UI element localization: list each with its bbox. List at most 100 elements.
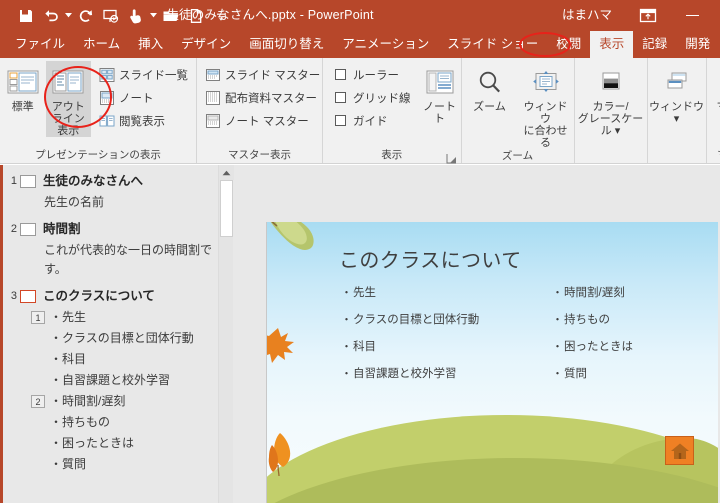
tab-review[interactable]: 校閲 (547, 31, 590, 58)
slide-canvas[interactable]: このクラスについて ・ 先生 ・ クラスの目標と団体行動 ・ 科目 ・ 自習課題… (266, 222, 718, 503)
tab-insert[interactable]: 挿入 (129, 31, 172, 58)
minimize-button[interactable] (672, 0, 712, 31)
gridlines-checkbox[interactable]: グリッド線 (333, 86, 415, 109)
outline-scrollbar-thumb[interactable] (220, 180, 233, 237)
home-button[interactable] (665, 436, 694, 465)
outline-slide-icon-selected[interactable] (20, 290, 36, 303)
outline-text-row[interactable]: これが代表的な一日の時間割です。 (3, 240, 234, 280)
macro-button[interactable]: マクロ (707, 61, 720, 113)
title-bar: 生徒のみなさんへ.pptx - PowerPoint はまハマ (0, 0, 720, 31)
slide-master-button[interactable]: スライド マスター (202, 63, 324, 86)
bullet-dot-icon: ・ (341, 287, 352, 299)
slide-bullets-right[interactable]: ・ 時間割/遅刻 ・ 持ちもの ・ 困ったときは ・ 質問 (552, 284, 633, 392)
touch-mode-dropdown-icon[interactable] (149, 4, 158, 28)
quick-access-toolbar (0, 0, 233, 31)
account-name[interactable]: はまハマ (562, 0, 612, 31)
reading-view-icon (98, 112, 115, 129)
outline-bullet-row[interactable]: 1 ・先生 (3, 307, 234, 328)
notes-button[interactable]: ノート ト (419, 61, 461, 125)
tab-animations[interactable]: アニメーション (333, 31, 438, 58)
scroll-up-arrow-icon[interactable] (219, 165, 234, 180)
color-grayscale-button[interactable]: カラー/ グレースケール ▾ (575, 61, 647, 137)
guides-checkbox-box[interactable] (335, 115, 346, 126)
bullet-dot-icon: ・ (552, 287, 563, 299)
handout-master-button[interactable]: 配布資料マスター (202, 86, 324, 109)
handout-master-icon (204, 89, 221, 106)
outline-bullet-row[interactable]: ・科目 (3, 349, 234, 370)
reading-view-button[interactable]: 閲覧表示 (96, 109, 192, 132)
notes-label-line1: ノート (423, 101, 456, 113)
undo-icon[interactable] (39, 4, 63, 28)
outline-slide-row-selected[interactable]: 3 このクラスについて (3, 286, 234, 307)
fit-to-window-button[interactable]: ウィンドウ に合わせる (518, 61, 574, 149)
tab-slideshow[interactable]: スライド ショー (438, 31, 547, 58)
group-label-zoom: ズーム (501, 150, 534, 162)
ribbon-group-window: ウィンドウ ▾ (646, 58, 706, 163)
touch-mouse-mode-icon[interactable] (124, 4, 148, 28)
outline-pane[interactable]: 1 生徒のみなさんへ 先生の名前 2 時間割 これが代表的な一日の時間割です。 … (0, 165, 234, 503)
tab-home[interactable]: ホーム (74, 31, 129, 58)
outline-view-label-line1: アウトライン (51, 101, 85, 125)
open-icon[interactable] (159, 4, 183, 28)
undo-dropdown-icon[interactable] (64, 4, 73, 28)
ribbon-group-show: ルーラー グリッド線 ガイド ノート ト 表示 (322, 58, 461, 164)
outline-text-row[interactable]: 先生の名前 (3, 192, 234, 213)
outline-bullet-row[interactable]: 2 ・時間割/遅刻 (3, 391, 234, 412)
new-icon[interactable] (184, 4, 208, 28)
redo-icon[interactable] (74, 4, 98, 28)
guides-label: ガイド (353, 115, 388, 128)
tab-design[interactable]: デザイン (172, 31, 240, 58)
house-icon (670, 443, 689, 459)
zoom-button[interactable]: ズーム (462, 61, 518, 113)
outline-bullet-row[interactable]: ・困ったときは (3, 433, 234, 454)
window-caret-icon[interactable]: ▾ (674, 113, 680, 125)
guides-checkbox[interactable]: ガイド (333, 109, 415, 132)
tab-view[interactable]: 表示 (590, 31, 634, 58)
slide-bullets-left[interactable]: ・ 先生 ・ クラスの目標と団体行動 ・ 科目 ・ 自習課題と校外学習 (341, 284, 479, 392)
outline-view-button[interactable]: アウトライン 表示 (45, 61, 91, 137)
group-label-show: 表示 (381, 149, 403, 161)
ruler-label: ルーラー (353, 69, 399, 82)
notes-icon (425, 65, 455, 99)
tab-recording[interactable]: 記録 (633, 31, 676, 58)
outline-bullet-row[interactable]: ・クラスの目標と団体行動 (3, 328, 234, 349)
notes-page-button[interactable]: ノート (96, 86, 192, 109)
outline-list: 1 生徒のみなさんへ 先生の名前 2 時間割 これが代表的な一日の時間割です。 … (3, 165, 234, 475)
tab-developer[interactable]: 開発 (676, 31, 719, 58)
outline-scrollbar[interactable] (218, 165, 234, 503)
ruler-checkbox[interactable]: ルーラー (333, 63, 415, 86)
ribbon-display-options-icon[interactable] (638, 7, 658, 24)
show-dialog-launcher-icon[interactable] (446, 151, 457, 164)
slide-title-text[interactable]: このクラスについて (339, 244, 522, 273)
outline-slide-row[interactable]: 1 生徒のみなさんへ (3, 171, 234, 192)
normal-view-button[interactable]: 標準 (0, 61, 46, 113)
outline-bullet-row[interactable]: ・質問 (3, 454, 234, 475)
pane-divider[interactable] (234, 165, 243, 503)
slide-sorter-button[interactable]: スライド一覧 (96, 63, 192, 86)
outline-bullet-row[interactable]: ・持ちもの (3, 412, 234, 433)
outline-animation-badge[interactable]: 2 (31, 395, 45, 408)
macro-label: マクロ (716, 99, 720, 113)
outline-slide-icon[interactable] (20, 175, 36, 188)
outline-animation-badge[interactable]: 1 (31, 311, 45, 324)
window-button[interactable]: ウィンドウ ▾ (648, 61, 706, 125)
bullet-dot-icon: ・ (341, 368, 352, 380)
ribbon-group-presentation-views: 標準 アウトライン 表示 スライド一覧 ノート 閲覧表示 プレゼンテーションの表… (0, 58, 196, 163)
outline-slide-icon[interactable] (20, 223, 36, 236)
outline-slide-row[interactable]: 2 時間割 (3, 219, 234, 240)
gridlines-checkbox-box[interactable] (335, 92, 346, 103)
ruler-checkbox-box[interactable] (335, 69, 346, 80)
save-icon[interactable] (14, 4, 38, 28)
gridlines-label: グリッド線 (353, 92, 411, 105)
bullet-dot-icon: ・ (552, 341, 563, 353)
slide-bullet-text: 自習課題と校外学習 (353, 368, 457, 380)
outline-bullet-row[interactable]: ・自習課題と校外学習 (3, 370, 234, 391)
start-slideshow-icon[interactable] (99, 4, 123, 28)
slide-bullet-item: ・ 科目 (341, 338, 479, 354)
customize-qat-icon[interactable] (209, 4, 233, 28)
color-grayscale-caret-icon[interactable]: ▾ (612, 125, 621, 137)
tab-transitions[interactable]: 画面切り替え (240, 31, 333, 58)
bullet-dot-icon: ・ (341, 341, 352, 353)
tab-file[interactable]: ファイル (6, 31, 74, 58)
notes-master-button[interactable]: ノート マスター (202, 109, 324, 132)
